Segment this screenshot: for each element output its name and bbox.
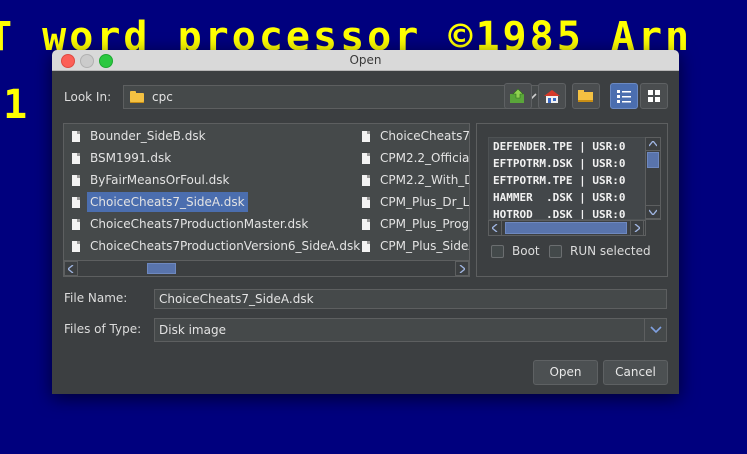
preview-vscroll-thumb[interactable] (647, 152, 659, 168)
preview-scroll-left-button[interactable] (488, 220, 502, 236)
document-icon (72, 197, 80, 208)
file-list-item[interactable]: Bounder_SideB.dsk (72, 126, 362, 146)
disk-catalog-preview[interactable]: DEFENDER.TPE | USR:0 EFTPOTRM.DSK | USR:… (488, 137, 646, 220)
file-name-input[interactable]: ChoiceCheats7_SideA.dsk (154, 289, 667, 309)
file-list-item[interactable]: CPM_Plus_Progr (362, 214, 469, 234)
file-name-text: ChoiceCheats7ProductionVersion6_SideA.ds… (90, 239, 361, 253)
minimize-window-button[interactable] (80, 54, 94, 68)
catalog-line: EFTPOTRM.DSK | USR:0 (493, 157, 626, 170)
file-name-text: ChoiceCheats7_SideA.dsk (87, 192, 248, 212)
home-button[interactable] (538, 83, 566, 109)
up-one-level-button[interactable] (504, 83, 532, 109)
file-list-scroll-thumb[interactable] (147, 263, 176, 274)
document-icon (362, 241, 370, 252)
look-in-value: cpc (152, 90, 173, 104)
catalog-line: HAMMER .DSK | USR:0 (493, 191, 626, 204)
file-type-combo[interactable]: Disk image (154, 318, 667, 342)
file-list-hscrollbar[interactable] (64, 260, 469, 276)
chevron-down-icon (649, 326, 662, 334)
document-icon (72, 175, 80, 186)
look-in-label: Look In: (64, 90, 112, 104)
cancel-button[interactable]: Cancel (603, 360, 668, 385)
run-selected-checkbox[interactable] (549, 245, 562, 258)
document-icon (362, 219, 370, 230)
document-icon (362, 175, 370, 186)
list-view-button[interactable] (610, 83, 638, 109)
preview-scroll-right-button[interactable] (630, 220, 644, 236)
folder-icon (130, 91, 144, 103)
file-list-item[interactable]: ByFairMeansOrFoul.dsk (72, 170, 362, 190)
list-view-icon (617, 90, 631, 103)
details-view-button[interactable] (640, 83, 668, 109)
preview-vscrollbar[interactable] (645, 137, 661, 220)
file-list-item[interactable]: ChoiceCheats7ProductionVersion6_SideA.ds… (72, 236, 362, 256)
document-icon (72, 131, 80, 142)
file-name-text: CPM_Plus_Dr_Lo (380, 195, 469, 209)
arrow-left-icon (492, 224, 498, 232)
file-name-label: File Name: (64, 291, 128, 305)
open-button[interactable]: Open (533, 360, 598, 385)
arrow-down-icon (649, 209, 657, 215)
home-icon (544, 90, 560, 103)
file-list-item[interactable]: ChoiceCheats7ProductionMaster.dsk (72, 214, 362, 234)
new-folder-button[interactable] (572, 83, 600, 109)
document-icon (72, 219, 80, 230)
file-list-item[interactable]: CPM2.2_With_D (362, 170, 469, 190)
file-name-text: CPM2.2_With_D (380, 173, 469, 187)
scroll-right-button[interactable] (455, 261, 469, 276)
preview-hscrollbar[interactable] (488, 220, 646, 236)
file-type-label: Files of Type: (64, 322, 142, 336)
file-name-text: ChoiceCheats7ProductionMaster.dsk (90, 217, 309, 231)
disk-preview-panel: DEFENDER.TPE | USR:0 EFTPOTRM.DSK | USR:… (476, 123, 668, 277)
emulator-screen-text-line2: .1 (0, 82, 31, 128)
file-list-item[interactable]: ChoiceCheats7P (362, 126, 469, 146)
document-icon (72, 153, 80, 164)
arrow-up-icon (649, 141, 657, 147)
preview-scroll-up-button[interactable] (645, 137, 661, 151)
file-name-text: CPM_Plus_SideA (380, 239, 469, 253)
file-name-text: BSM1991.dsk (90, 151, 172, 165)
file-list-item[interactable]: BSM1991.dsk (72, 148, 362, 168)
file-list-item[interactable]: CPM2.2_Officia (362, 148, 469, 168)
folder-up-icon (510, 88, 524, 103)
catalog-line: EFTPOTRM.TPE | USR:0 (493, 174, 626, 187)
document-icon (362, 153, 370, 164)
new-folder-icon (578, 90, 593, 102)
catalog-line: HOTROD .DSK | USR:0 (493, 208, 626, 220)
file-list-item[interactable]: CPM_Plus_Dr_Lo (362, 192, 469, 212)
file-name-text: CPM_Plus_Progr (380, 217, 469, 231)
document-icon (72, 241, 80, 252)
file-list-item[interactable]: ChoiceCheats7_SideA.dsk (72, 192, 362, 212)
scroll-left-button[interactable] (64, 261, 78, 276)
boot-checkbox[interactable] (491, 245, 504, 258)
preview-hscroll-thumb[interactable] (505, 222, 627, 234)
dialog-title: Open (349, 53, 382, 67)
maximize-window-button[interactable] (99, 54, 113, 68)
file-list[interactable]: Bounder_SideB.dsk BSM1991.dsk ByFairMeansO… (63, 123, 470, 277)
file-name-text: ChoiceCheats7P (380, 129, 469, 143)
file-name-text: Bounder_SideB.dsk (90, 129, 206, 143)
close-window-button[interactable] (61, 54, 75, 68)
preview-scroll-down-button[interactable] (645, 205, 661, 219)
dialog-titlebar[interactable]: Open (52, 50, 679, 71)
arrow-left-icon (68, 264, 74, 273)
file-type-dropdown-button[interactable] (644, 319, 666, 341)
catalog-line: DEFENDER.TPE | USR:0 (493, 140, 626, 153)
details-view-icon (648, 90, 660, 102)
arrow-right-icon (634, 224, 640, 232)
boot-label: Boot (512, 244, 540, 258)
arrow-right-icon (459, 264, 465, 273)
look-in-combo[interactable]: cpc (123, 85, 542, 109)
file-type-value: Disk image (159, 323, 226, 337)
document-icon (362, 131, 370, 142)
file-name-text: CPM2.2_Officia (380, 151, 469, 165)
run-selected-label: RUN selected (570, 244, 651, 258)
file-name-text: ByFairMeansOrFoul.dsk (90, 173, 230, 187)
file-list-item[interactable]: CPM_Plus_SideA (362, 236, 469, 256)
open-dialog: Open Look In: cpc Bounder_SideB.dsk BSM1… (52, 50, 679, 394)
document-icon (362, 197, 370, 208)
